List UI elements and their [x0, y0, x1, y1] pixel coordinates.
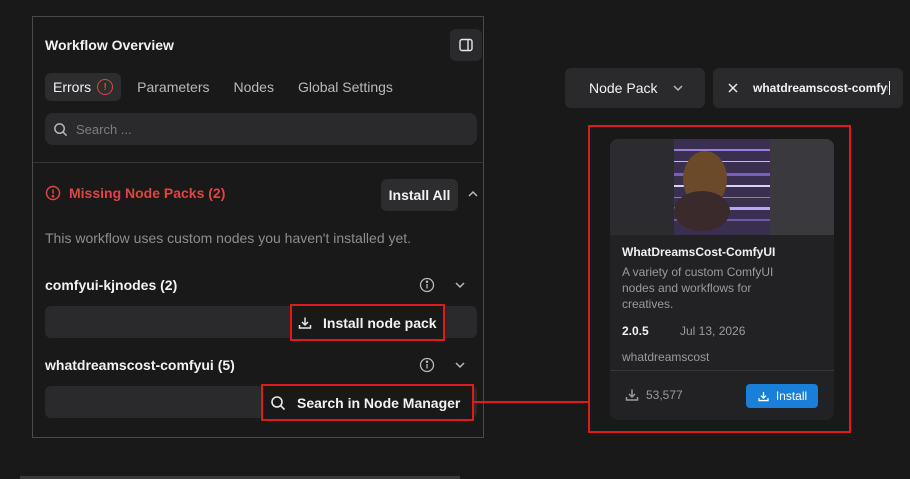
tab-errors-label: Errors: [53, 79, 92, 95]
node-pack-description: A variety of custom ComfyUI nodes and wo…: [622, 265, 774, 311]
banner-artwork: [610, 139, 834, 235]
search-icon: [54, 122, 68, 136]
section-divider: [33, 162, 483, 163]
text-caret: [889, 81, 890, 95]
missing-description: This workflow uses custom nodes you have…: [45, 230, 412, 246]
error-alert-icon: !: [97, 79, 114, 95]
chevron-down-icon[interactable]: [453, 358, 467, 372]
node-pack-date: Jul 13, 2026: [680, 324, 746, 338]
info-icon[interactable]: [419, 357, 435, 373]
sidebar-panel-icon: [459, 38, 473, 52]
search-input[interactable]: [76, 121, 456, 137]
node-pack-search-field[interactable]: whatdreamscost-comfyui: [713, 68, 903, 108]
chevron-down-icon: [673, 85, 683, 92]
install-button[interactable]: Install: [746, 384, 818, 408]
missing-node-packs-header[interactable]: Missing Node Packs (2): [45, 185, 225, 201]
alert-circle-icon: [45, 185, 61, 201]
toggle-panel-button[interactable]: [450, 29, 482, 61]
node-pack-banner-image: [610, 139, 834, 235]
search-in-node-manager-button[interactable]: Search in Node Manager: [261, 384, 474, 421]
node-pack-search-value[interactable]: whatdreamscost-comfyui: [753, 81, 888, 95]
tab-parameters[interactable]: Parameters: [137, 73, 209, 101]
info-icon[interactable]: [419, 277, 435, 293]
install-all-button[interactable]: Install All: [381, 179, 458, 211]
install-button-label: Install: [775, 389, 808, 403]
panel-title: Workflow Overview: [45, 37, 174, 53]
panel-search[interactable]: [45, 113, 477, 145]
workflow-overview-panel: Workflow Overview Errors ! Parameters No…: [32, 16, 484, 438]
panel-tabs: Errors ! Parameters Nodes Global Setting…: [45, 73, 417, 101]
node-pack-author: whatdreamscost: [622, 350, 710, 364]
node-pack-downloads: 53,577: [624, 387, 683, 403]
download-icon: [625, 389, 639, 401]
search-in-node-manager-label: Search in Node Manager: [297, 394, 461, 411]
missing-node-packs-title: Missing Node Packs (2): [69, 185, 226, 201]
card-divider: [610, 370, 834, 371]
node-pack-card[interactable]: WhatDreamsCost-ComfyUI A variety of cust…: [610, 139, 834, 420]
chevron-up-icon[interactable]: [466, 187, 480, 201]
tab-global-settings[interactable]: Global Settings: [298, 73, 393, 101]
install-node-pack-label: Install node pack: [323, 314, 437, 331]
download-icon: [298, 317, 312, 329]
node-pack-filter-select[interactable]: Node Pack: [565, 68, 705, 108]
node-pack-title: WhatDreamsCost-ComfyUI: [622, 245, 776, 259]
install-node-pack-button[interactable]: Install node pack: [290, 304, 445, 341]
chevron-down-icon[interactable]: [453, 278, 467, 292]
tab-nodes[interactable]: Nodes: [233, 73, 273, 101]
close-icon[interactable]: [727, 82, 739, 94]
pack-name-kjnodes: comfyui-kjnodes (2): [45, 277, 178, 293]
downloads-count: 53,577: [646, 388, 683, 402]
node-pack-version: 2.0.5: [622, 324, 649, 338]
pack-name-whatdreamscost: whatdreamscost-comfyui (5): [45, 357, 235, 373]
download-icon: [758, 391, 769, 401]
tab-errors[interactable]: Errors !: [45, 73, 122, 101]
callout-connector-line: [473, 401, 588, 403]
search-icon: [271, 395, 286, 410]
node-pack-filter-label: Node Pack: [589, 80, 658, 96]
